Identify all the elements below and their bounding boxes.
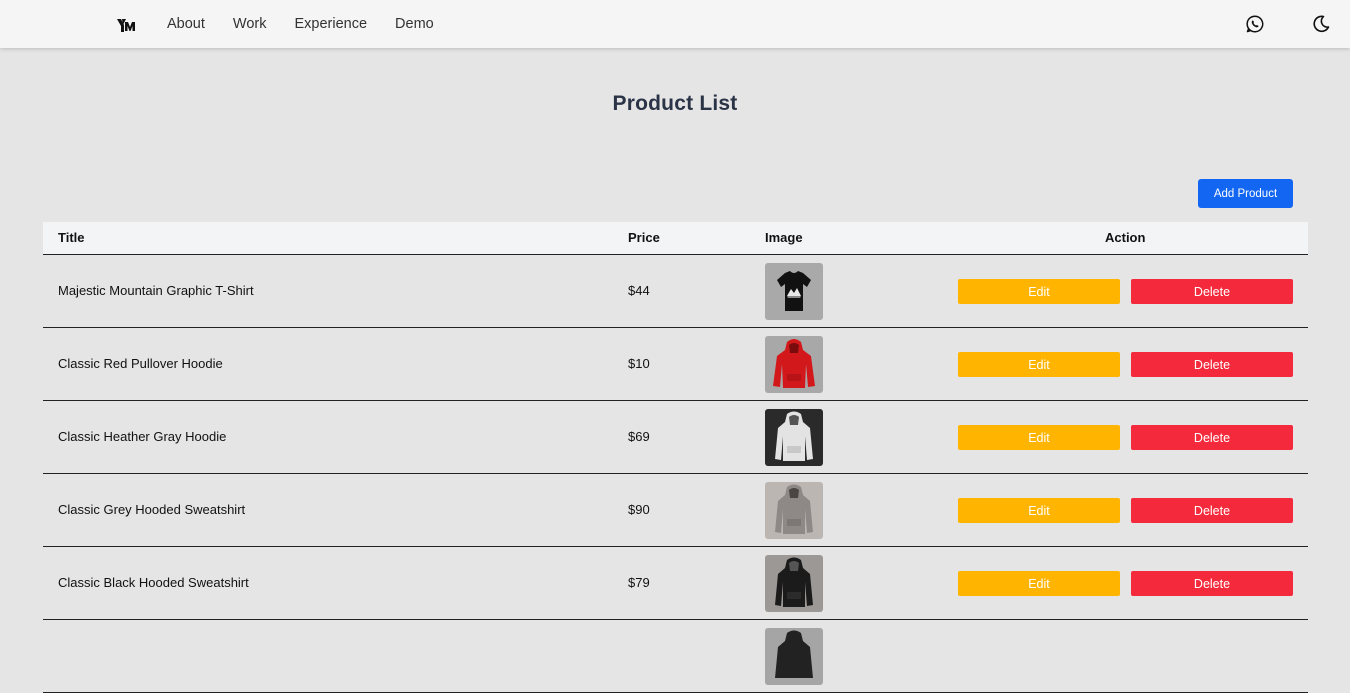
delete-button[interactable]: Delete [1131,571,1293,596]
table-row: Classic Black Hooded Sweatshirt $79 Edit… [43,547,1308,620]
edit-button[interactable]: Edit [958,352,1120,377]
nav-link-experience[interactable]: Experience [294,16,367,32]
delete-button[interactable]: Delete [1131,498,1293,523]
nav-links: About Work Experience Demo [167,0,434,48]
product-title: Classic Heather Gray Hoodie [58,429,227,444]
product-price: $69 [628,429,650,444]
whatsapp-icon[interactable] [1245,14,1265,34]
header-price: Price [628,230,660,245]
product-image-black-sweatshirt [765,555,823,612]
product-image-black-tshirt [765,263,823,320]
table-header: Title Price Image Action [43,222,1308,255]
delete-button[interactable]: Delete [1131,279,1293,304]
logo-icon[interactable] [116,16,136,34]
table-row: Classic Heather Gray Hoodie $69 Edit Del… [43,401,1308,474]
delete-button[interactable]: Delete [1131,425,1293,450]
edit-button[interactable]: Edit [958,571,1120,596]
edit-button[interactable]: Edit [958,425,1120,450]
product-price: $90 [628,502,650,517]
nav-link-work[interactable]: Work [233,16,267,32]
nav-link-about[interactable]: About [167,16,205,32]
edit-button[interactable]: Edit [958,279,1120,304]
page-title: Product List [612,92,738,115]
table-row: Classic Red Pullover Hoodie $10 Edit Del… [43,328,1308,401]
product-price: $79 [628,575,650,590]
product-price: $10 [628,356,650,371]
table-row-partial [43,620,1308,693]
dark-mode-moon-icon[interactable] [1311,14,1331,34]
add-product-button[interactable]: Add Product [1198,179,1293,208]
top-navbar: About Work Experience Demo [0,0,1350,48]
product-image-grey-sweatshirt [765,482,823,539]
product-title: Majestic Mountain Graphic T-Shirt [58,283,254,298]
delete-button[interactable]: Delete [1131,352,1293,377]
edit-button[interactable]: Edit [958,498,1120,523]
product-title: Classic Grey Hooded Sweatshirt [58,502,246,517]
header-image: Image [765,230,803,245]
nav-link-demo[interactable]: Demo [395,16,434,32]
product-price: $44 [628,283,650,298]
header-action: Action [1105,230,1146,245]
product-title: Classic Red Pullover Hoodie [58,356,223,371]
header-title: Title [58,230,85,245]
product-title: Classic Black Hooded Sweatshirt [58,575,249,590]
table-row: Majestic Mountain Graphic T-Shirt $44 Ed… [43,255,1308,328]
product-table: Title Price Image Action Majestic Mounta… [43,222,1308,693]
product-image-red-hoodie [765,336,823,393]
product-image-gray-hoodie [765,409,823,466]
table-row: Classic Grey Hooded Sweatshirt $90 Edit … [43,474,1308,547]
